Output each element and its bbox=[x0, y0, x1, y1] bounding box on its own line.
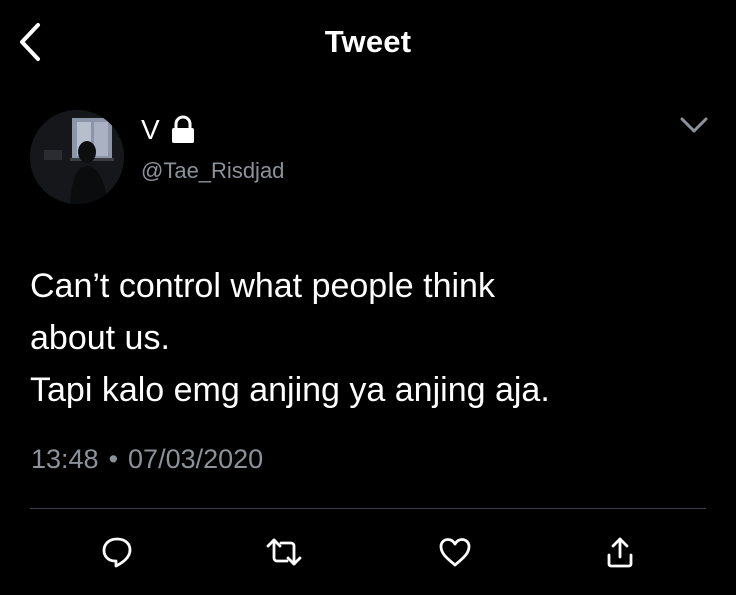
more-options-button[interactable] bbox=[676, 110, 712, 140]
tweet-text: Can’t control what people think about us… bbox=[30, 260, 710, 416]
share-icon bbox=[607, 537, 633, 568]
tweet-date: 07/03/2020 bbox=[128, 444, 264, 474]
lock-icon bbox=[170, 115, 196, 145]
author-handle[interactable]: @Tae_Risdjad bbox=[141, 158, 284, 184]
retweet-button[interactable] bbox=[262, 530, 306, 574]
tweet-line: Tapi kalo emg anjing ya anjing aja. bbox=[30, 371, 550, 409]
share-button[interactable] bbox=[598, 530, 642, 574]
tweet-timestamp: 13:48 • 07/03/2020 bbox=[31, 444, 263, 475]
display-name[interactable]: V bbox=[141, 114, 160, 146]
avatar[interactable] bbox=[30, 110, 124, 204]
reply-icon bbox=[102, 537, 132, 568]
top-bar: Tweet bbox=[0, 0, 736, 84]
heart-icon bbox=[439, 538, 471, 567]
reply-button[interactable] bbox=[95, 530, 139, 574]
retweet-icon bbox=[266, 538, 302, 566]
divider bbox=[30, 508, 706, 509]
profile-photo bbox=[30, 110, 124, 204]
tweet-line: about us. bbox=[30, 319, 170, 357]
action-bar bbox=[0, 530, 736, 574]
chevron-down-icon bbox=[680, 117, 708, 133]
tweet-time: 13:48 bbox=[31, 444, 99, 474]
tweet-line: Can’t control what people think bbox=[30, 267, 495, 305]
page-title: Tweet bbox=[324, 24, 412, 59]
author-name-row: V bbox=[141, 113, 196, 147]
like-button[interactable] bbox=[433, 530, 477, 574]
meta-separator: • bbox=[108, 444, 119, 474]
